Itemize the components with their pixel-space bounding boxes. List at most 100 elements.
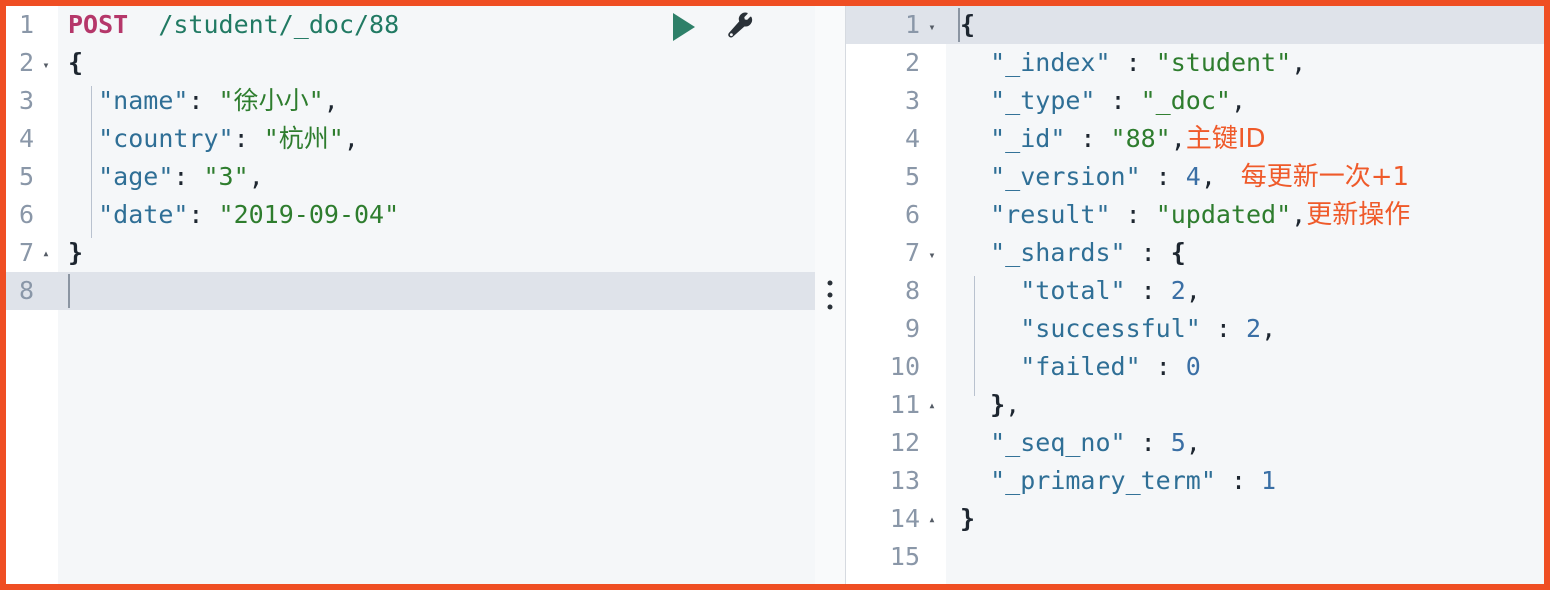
code-line[interactable]: { — [946, 6, 1544, 44]
play-icon[interactable] — [673, 13, 695, 41]
line-number: 10 — [846, 348, 946, 386]
code-line[interactable]: "name": "徐小小", — [58, 82, 815, 120]
code-line[interactable]: "_index" : "student", — [946, 44, 1544, 82]
request-gutter[interactable]: 1 2 ▾ 3 4 5 6 7 ▴ 8 — [6, 6, 58, 584]
code-token: "student" — [1155, 48, 1292, 77]
chevron-down-icon[interactable]: ▾ — [38, 46, 54, 84]
pane-splitter[interactable] — [815, 6, 846, 584]
chevron-up-icon[interactable]: ▴ — [38, 234, 54, 272]
response-code-area[interactable]: { "_index" : "student", "_type" : "_doc"… — [946, 6, 1544, 584]
code-token: "_id" — [990, 124, 1066, 153]
code-token: POST — [68, 10, 129, 39]
line-number-label: 13 — [889, 466, 920, 495]
line-number-label: 3 — [904, 86, 920, 115]
text-caret — [958, 8, 960, 42]
code-token: "杭州" — [263, 124, 344, 153]
chevron-up-icon[interactable]: ▴ — [924, 386, 940, 424]
code-token: "_doc" — [1140, 86, 1231, 115]
splitter-drag-handle-icon[interactable] — [827, 280, 833, 310]
code-line[interactable]: "total" : 2, — [946, 272, 1544, 310]
code-line[interactable] — [58, 272, 815, 310]
line-number: 12 — [846, 424, 946, 462]
code-token: "date" — [98, 200, 189, 229]
request-toolbar — [673, 12, 755, 42]
response-pane[interactable]: 1 ▾ 2 3 4 5 6 7 ▾ 8 9 10 11 ▴ 12 13 14 ▴ 15 { "_… — [846, 6, 1544, 584]
line-number: 8 — [6, 272, 58, 310]
code-line[interactable]: "_type" : "_doc", — [946, 82, 1544, 120]
code-token: : — [1200, 314, 1246, 343]
code-line[interactable]: "result" : "updated",更新操作 — [946, 196, 1544, 234]
wrench-icon[interactable] — [725, 12, 755, 42]
code-line[interactable]: "failed" : 0 — [946, 348, 1544, 386]
code-token: "_seq_no" — [990, 428, 1126, 457]
code-line[interactable]: { — [58, 44, 815, 82]
code-line[interactable]: "_seq_no" : 5, — [946, 424, 1544, 462]
code-token: : — [188, 200, 219, 229]
code-line[interactable]: }, — [946, 386, 1544, 424]
code-token: 5 — [1170, 428, 1186, 457]
chevron-up-icon[interactable]: ▴ — [924, 500, 940, 538]
line-number: 6 — [6, 196, 58, 234]
line-number-label: 8 — [18, 276, 34, 305]
line-number-label: 2 — [904, 48, 920, 77]
code-line[interactable]: } — [58, 234, 815, 272]
request-code-area[interactable]: POST /student/_doc/88 { "name": "徐小小", "c… — [58, 6, 815, 584]
code-line[interactable]: "successful" : 2, — [946, 310, 1544, 348]
code-token: , — [1200, 162, 1216, 191]
code-token: "country" — [98, 124, 234, 153]
code-token: : — [188, 86, 219, 115]
chevron-down-icon[interactable]: ▾ — [924, 8, 940, 46]
line-number: 4 — [846, 120, 946, 158]
line-number-label: 6 — [18, 200, 34, 229]
annotation-text: 主键ID — [1185, 124, 1266, 154]
code-token: , — [343, 124, 359, 153]
response-gutter[interactable]: 1 ▾ 2 3 4 5 6 7 ▾ 8 9 10 11 ▴ 12 13 14 ▴ 15 — [846, 6, 946, 584]
code-token: "_index" — [990, 48, 1111, 77]
code-token: "_primary_term" — [990, 466, 1216, 495]
code-token: : — [1125, 428, 1171, 457]
code-line[interactable]: "date": "2019-09-04" — [58, 196, 815, 234]
line-number: 7 ▴ — [6, 234, 58, 272]
request-pane[interactable]: 1 2 ▾ 3 4 5 6 7 ▴ 8 POST /student/_doc/88{ "… — [6, 6, 815, 584]
text-caret — [68, 274, 70, 308]
line-number: 2 — [846, 44, 946, 82]
chevron-down-icon[interactable]: ▾ — [924, 236, 940, 274]
code-line[interactable]: "_version" : 4, 每更新一次+1 — [946, 158, 1544, 196]
line-number-label: 7 — [18, 238, 34, 267]
line-number: 2 ▾ — [6, 44, 58, 82]
code-line[interactable]: "age": "3", — [58, 158, 815, 196]
code-token: 2 — [1246, 314, 1262, 343]
code-line[interactable]: } — [946, 500, 1544, 538]
code-line[interactable] — [946, 538, 1544, 576]
line-number-label: 5 — [18, 162, 34, 191]
code-line[interactable]: "country": "杭州", — [58, 120, 815, 158]
code-token: { — [1170, 238, 1186, 267]
code-token: 4 — [1185, 162, 1201, 191]
line-number: 3 — [846, 82, 946, 120]
line-number-label: 8 — [904, 276, 920, 305]
line-number-label: 7 — [904, 238, 920, 267]
code-token: "name" — [98, 86, 189, 115]
code-line[interactable]: "_id" : "88",主键ID — [946, 120, 1544, 158]
code-token: , — [248, 162, 264, 191]
code-token: "3" — [203, 162, 249, 191]
code-token: "_type" — [990, 86, 1096, 115]
annotation-text: 更新操作 — [1306, 200, 1411, 230]
code-line[interactable]: "_shards" : { — [946, 234, 1544, 272]
code-token: "total" — [1020, 276, 1126, 305]
code-line[interactable]: "_primary_term" : 1 — [946, 462, 1544, 500]
